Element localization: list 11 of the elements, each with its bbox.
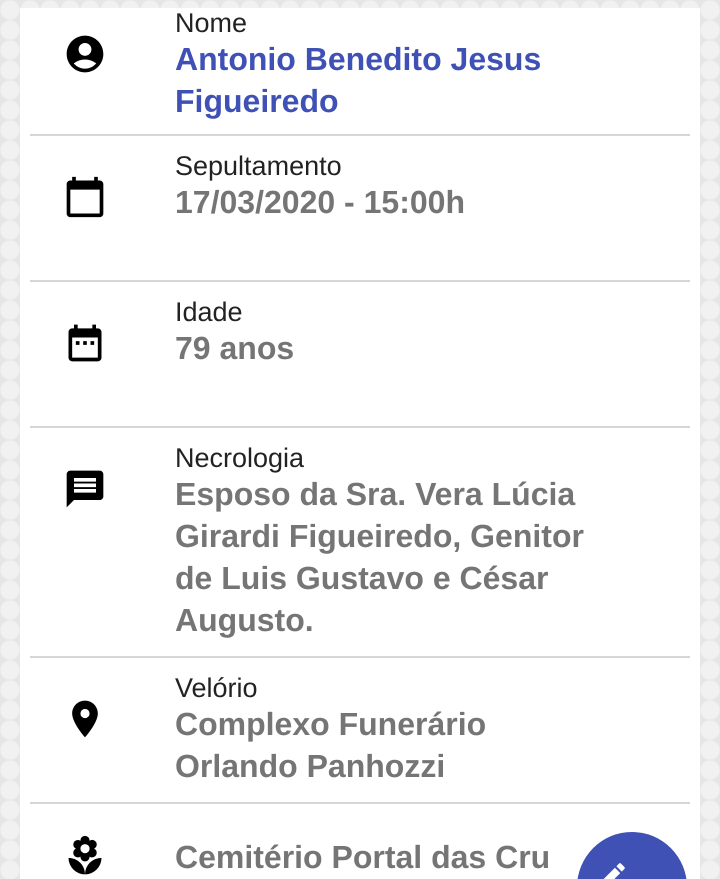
field-label: Velório xyxy=(175,673,259,703)
field-value: Cemitério Portal das Cru xyxy=(175,840,550,874)
field-label: Nome xyxy=(175,8,248,38)
field-value: 79 anos xyxy=(175,329,294,368)
field-value: Antonio Benedito Jesus Figueiredo xyxy=(175,40,542,121)
field-label: Idade xyxy=(175,297,244,327)
field-label: Necrologia xyxy=(175,443,306,473)
field-value: Esposo da Sra. Vera Lúcia Girardi Figueiredo, Genitor de Luis Gustavo e César Augusto. xyxy=(175,475,585,640)
field-value: 17/03/2020 - 15:00h xyxy=(175,183,465,222)
field-value: Complexo Funerário Orlando Panhozzi xyxy=(175,705,488,786)
field-label: Sepultamento xyxy=(175,151,343,181)
